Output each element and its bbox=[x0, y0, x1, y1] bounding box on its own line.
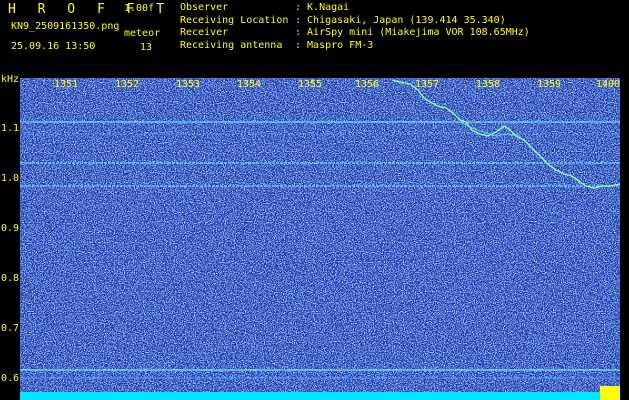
y-tick-label: 0.9 bbox=[1, 223, 20, 234]
x-tick-label: 1354 bbox=[237, 79, 262, 90]
station-info: Observer: K.Nagai Receiving Location: Ch… bbox=[180, 2, 530, 52]
info-row-observer: Observer: K.Nagai bbox=[180, 2, 350, 13]
x-tick-label: 1357 bbox=[415, 79, 440, 90]
y-tick-label: 0.7 bbox=[1, 323, 20, 334]
meteor-count: 13 bbox=[140, 42, 153, 53]
noise-speckle-bright bbox=[20, 78, 620, 400]
noise-floor-bar bbox=[20, 392, 620, 400]
y-tick-label: 0.6 bbox=[1, 373, 20, 384]
timestamp: 25.09.16 13:50 bbox=[11, 41, 96, 52]
x-tick-label: 1358 bbox=[476, 79, 501, 90]
y-unit-label: kHz bbox=[1, 74, 20, 85]
app-version: 1.00f bbox=[124, 3, 155, 14]
spectrogram-plot bbox=[20, 78, 620, 400]
file-name: KN9_2509161350.png bbox=[11, 21, 120, 32]
info-row-location: Receiving Location: Chigasaki, Japan (13… bbox=[180, 14, 506, 26]
info-row-antenna: Receiving antenna: Maspro FM-3 bbox=[180, 39, 374, 51]
x-tick-label: 1359 bbox=[537, 79, 562, 90]
x-tick-label: 1351 bbox=[54, 79, 79, 90]
y-tick-label: 1.0 bbox=[1, 173, 20, 184]
x-tick-label: 1355 bbox=[298, 79, 323, 90]
header-panel: H R O F F T 1.00f KN9_2509161350.png 25.… bbox=[0, 0, 629, 74]
hrofft-window: H R O F F T 1.00f KN9_2509161350.png 25.… bbox=[0, 0, 629, 400]
x-tick-label: 1352 bbox=[115, 79, 140, 90]
info-row-receiver: Receiver: AirSpy mini (Miakejima VOR 108… bbox=[180, 27, 530, 38]
x-tick-label: 1400 bbox=[596, 79, 621, 90]
y-tick-label: 1.1 bbox=[1, 123, 20, 134]
meteor-label: meteor bbox=[124, 28, 161, 39]
y-tick-label: 0.8 bbox=[1, 273, 20, 284]
signal-peak-bar bbox=[600, 386, 620, 400]
x-tick-label: 1356 bbox=[355, 79, 380, 90]
x-tick-label: 1353 bbox=[176, 79, 201, 90]
